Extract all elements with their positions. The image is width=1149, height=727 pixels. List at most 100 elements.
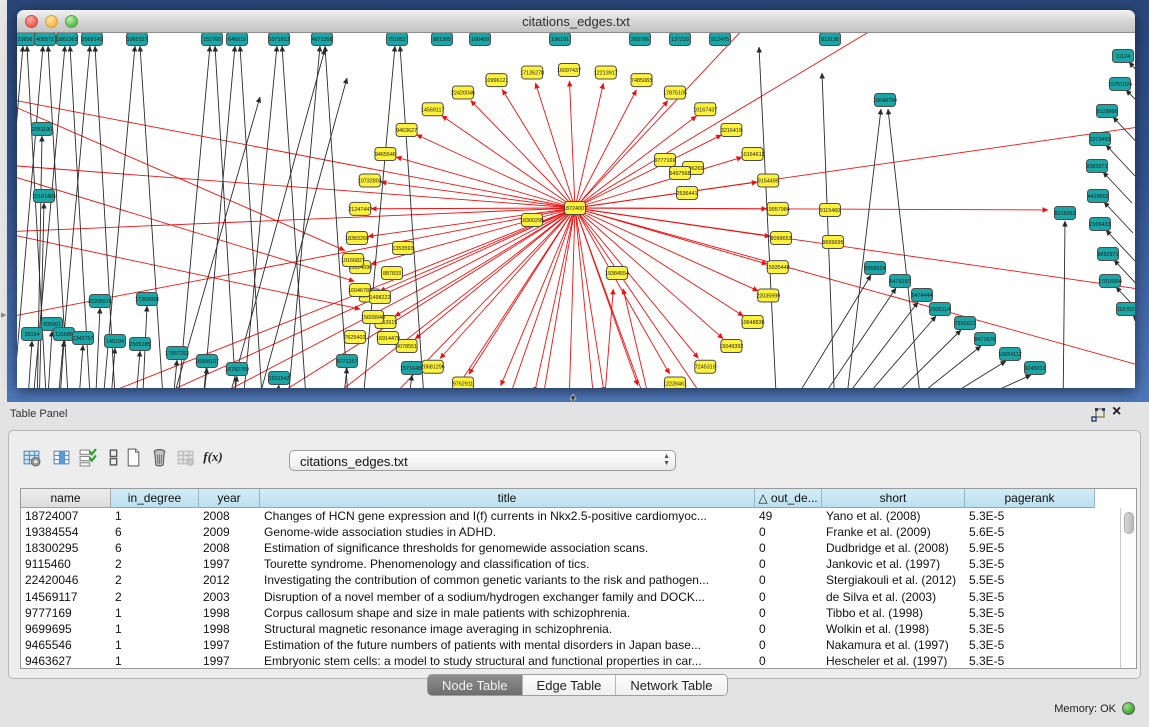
graph-node[interactable]: 10648836 xyxy=(741,316,765,329)
table-cell[interactable]: Franke et al. (2009) xyxy=(822,524,965,540)
graph-node[interactable]: 17135278 xyxy=(520,66,544,79)
graph-node[interactable]: 10732804 xyxy=(358,174,382,187)
graph-node[interactable]: 15161405 xyxy=(32,190,56,203)
table-cell[interactable]: 1997 xyxy=(199,556,260,572)
table-cell[interactable]: 6 xyxy=(111,524,199,540)
graph-node[interactable]: 23656 xyxy=(17,33,36,46)
table-cell[interactable]: 5.3E-5 xyxy=(965,556,1095,572)
table-cell[interactable]: 18724007 xyxy=(21,508,111,524)
graph-node[interactable]: 887833 xyxy=(382,267,403,280)
column-header-out_de[interactable]: △ out_de... xyxy=(755,489,822,508)
table-cell[interactable]: 2009 xyxy=(199,524,260,540)
table-cell[interactable]: de Silva et al. (2003) xyxy=(822,589,965,605)
panel-collapse-arrow-icon[interactable]: ▶ xyxy=(1,311,6,319)
table-cell[interactable]: Changes of HCN gene expression and I(f) … xyxy=(260,508,755,524)
graph-node[interactable]: 8958924 xyxy=(865,262,886,275)
graph-node[interactable]: 9245012 xyxy=(1025,362,1046,375)
table-cell[interactable]: 22420046 xyxy=(21,572,111,588)
table-cell[interactable]: 49 xyxy=(755,508,822,524)
graph-node[interactable]: 646619 xyxy=(227,33,248,46)
table-cell[interactable]: 5.5E-5 xyxy=(965,572,1095,588)
table-cell[interactable]: Dudbridge et al. (2008) xyxy=(822,540,965,556)
graph-node[interactable]: 2505185 xyxy=(130,338,151,351)
table-cell[interactable]: 14569117 xyxy=(21,589,111,605)
table-cell[interactable]: 0 xyxy=(755,653,822,669)
table-cell[interactable]: 2012 xyxy=(199,572,260,588)
graph-node[interactable]: 9129966 xyxy=(1097,105,1118,118)
table-cell[interactable]: 0 xyxy=(755,524,822,540)
table-cell[interactable]: Structural magnetic resonance image aver… xyxy=(260,621,755,637)
graph-node[interactable]: 7932621 xyxy=(955,317,976,330)
graph-node[interactable]: 16046788 xyxy=(348,284,372,297)
column-header-pagerank[interactable]: pagerank xyxy=(965,489,1095,508)
table-cell[interactable]: 2003 xyxy=(199,589,260,605)
table-cell[interactable]: Wolkin et al. (1998) xyxy=(822,621,965,637)
graph-node[interactable]: 912475 xyxy=(710,33,731,46)
graph-node[interactable]: 8099653 xyxy=(771,232,792,245)
graph-node[interactable]: 405572 xyxy=(35,33,56,46)
column-header-year[interactable]: year xyxy=(199,489,260,508)
column-header-name[interactable]: name xyxy=(21,489,111,508)
table-cell[interactable]: 9463627 xyxy=(21,653,111,669)
table-cell[interactable]: 2 xyxy=(111,589,199,605)
graph-node[interactable]: 15049392 xyxy=(719,339,743,352)
table-cell[interactable]: 0 xyxy=(755,589,822,605)
graph-node[interactable]: 19384554 xyxy=(605,267,629,280)
table-cell[interactable]: 0 xyxy=(755,637,822,653)
table-cell[interactable]: 9115460 xyxy=(21,556,111,572)
graph-node[interactable]: 16782759 xyxy=(225,363,249,376)
graph-node[interactable]: 152760 xyxy=(202,33,223,46)
graph-node[interactable]: 10167437 xyxy=(693,103,717,116)
table-cell[interactable]: 5.3E-5 xyxy=(965,508,1095,524)
graph-node[interactable]: 10654112 xyxy=(998,348,1022,361)
graph-node[interactable]: 9692971 xyxy=(1098,248,1119,261)
import-table-icon[interactable] xyxy=(173,445,197,469)
graph-node[interactable]: 1167531 xyxy=(1117,303,1136,316)
table-vertical-scrollbar[interactable] xyxy=(1120,508,1136,668)
graph-node[interactable]: 11124 xyxy=(1113,50,1134,63)
table-select-dropdown[interactable]: citations_edges.txt ▲▼ xyxy=(289,450,676,471)
table-cell[interactable]: Disruption of a novel member of a sodium… xyxy=(260,589,755,605)
graph-node[interactable]: 16958107 xyxy=(195,355,219,368)
float-panel-icon[interactable] xyxy=(1090,407,1106,423)
graph-node[interactable]: 2273493 xyxy=(1090,133,1111,146)
graph-node[interactable]: 7625402 xyxy=(345,331,366,344)
table-cell[interactable]: 5.3E-5 xyxy=(965,621,1095,637)
graph-node[interactable]: 9771257 xyxy=(337,355,358,368)
close-panel-icon[interactable]: × xyxy=(1112,403,1121,421)
table-cell[interactable]: 1 xyxy=(111,605,199,621)
table-cell[interactable]: 5.3E-5 xyxy=(965,589,1095,605)
table-cell[interactable]: Tourette syndrome. Phenomenology and cla… xyxy=(260,556,755,572)
graph-node[interactable]: 17359928 xyxy=(135,293,159,306)
tab-network-table[interactable]: Network Table xyxy=(616,675,726,695)
graph-node[interactable]: 19957984 xyxy=(766,202,790,215)
graph-node[interactable]: 17875105 xyxy=(663,86,687,99)
graph-node[interactable]: 9474444 xyxy=(912,289,933,302)
tab-edge-table[interactable]: Edge Table xyxy=(523,675,617,695)
graph-node[interactable]: 2051190 xyxy=(32,123,53,136)
graph-node[interactable]: 9465546 xyxy=(375,148,396,161)
network-canvas[interactable]: 2365640557218613632069140106532715276064… xyxy=(17,33,1135,388)
table-cell[interactable]: Genome-wide association studies in ADHD. xyxy=(260,524,755,540)
table-cell[interactable]: 1997 xyxy=(199,637,260,653)
graph-node[interactable]: 881305 xyxy=(432,33,453,46)
graph-node[interactable]: 20681296 xyxy=(421,360,445,373)
graph-node[interactable]: 7245319 xyxy=(695,360,716,373)
table-cell[interactable]: 9699695 xyxy=(21,621,111,637)
graph-node[interactable]: 19166827 xyxy=(341,254,365,267)
graph-node[interactable]: 145194 xyxy=(105,335,126,348)
graph-node[interactable]: 1065327 xyxy=(127,33,148,46)
graph-node[interactable]: 2935114 xyxy=(930,303,951,316)
table-cell[interactable]: 2 xyxy=(111,556,199,572)
graph-node[interactable]: 12239461 xyxy=(663,377,687,388)
graph-node[interactable]: 4671358 xyxy=(312,33,333,46)
table-cell[interactable]: 1998 xyxy=(199,605,260,621)
graph-node[interactable]: 18300295 xyxy=(520,214,544,227)
graph-node[interactable]: 20206576 xyxy=(88,295,112,308)
table-cell[interactable]: 6 xyxy=(111,540,199,556)
graph-node[interactable]: 22035999 xyxy=(756,289,780,302)
graph-node[interactable]: 1353593 xyxy=(393,242,414,255)
graph-node[interactable]: 15935448 xyxy=(766,261,790,274)
graph-node[interactable]: 8215953 xyxy=(1055,207,1076,220)
graph-node[interactable]: 4419562 xyxy=(1088,190,1109,203)
